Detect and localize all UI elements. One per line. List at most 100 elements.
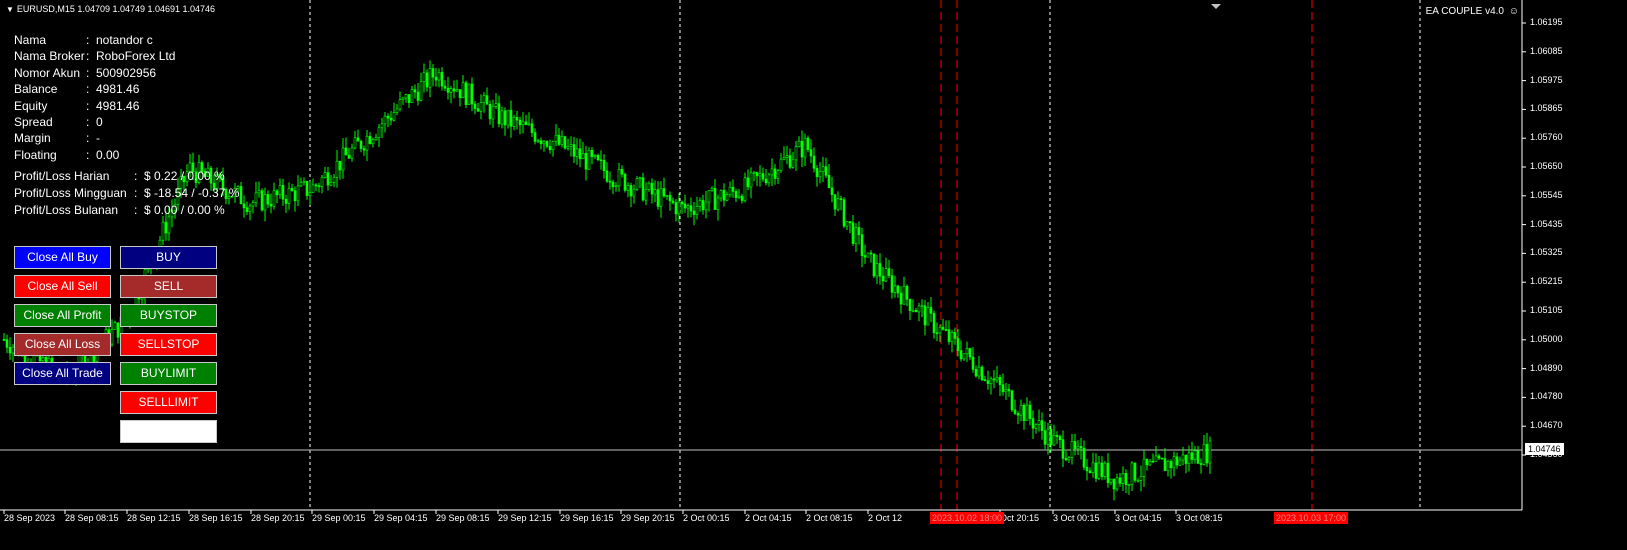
candle: [845, 221, 849, 231]
candle: [374, 133, 378, 141]
pl-row: Profit/Loss Harian: $ 0.22 / 0.00 %: [14, 168, 239, 185]
candle: [587, 147, 591, 170]
candle: [590, 147, 594, 165]
candle: [701, 194, 705, 215]
candle: [8, 337, 12, 360]
time-tick-label: 29 Sep 16:15: [560, 513, 614, 523]
buylimit-button[interactable]: BUYLIMIT: [120, 362, 217, 385]
candle: [284, 194, 288, 214]
candle: [569, 136, 573, 157]
price-tick-label: 1.05000: [1530, 333, 1563, 344]
sell-button[interactable]: SELL: [120, 275, 217, 298]
candle: [914, 307, 918, 313]
candle: [287, 182, 291, 210]
time-tick-label: 3 Oct 04:15: [1115, 513, 1162, 523]
candle: [332, 173, 336, 188]
candle: [1088, 467, 1092, 474]
sellstop-button[interactable]: SELLSTOP: [120, 333, 217, 356]
info-row-value: RoboForex Ltd: [96, 49, 176, 64]
close-all-profit-button[interactable]: Close All Profit: [14, 304, 111, 327]
candle: [980, 365, 984, 382]
candle: [161, 215, 165, 246]
candle: [950, 329, 954, 353]
candle: [806, 135, 810, 153]
candle: [962, 353, 966, 361]
candle: [1004, 382, 1008, 400]
info-row-value: 0.00: [96, 147, 120, 162]
candle: [965, 341, 969, 362]
candle: [359, 139, 363, 153]
candle: [1007, 383, 1011, 397]
candle: [1175, 452, 1179, 469]
candle: [2, 332, 6, 342]
candle: [1022, 403, 1026, 430]
candle: [1019, 399, 1023, 422]
dropdown-arrow-icon[interactable]: ▼: [6, 5, 14, 14]
candle: [413, 84, 417, 99]
candle: [1190, 441, 1194, 464]
price-tick-label: 1.06195: [1530, 17, 1563, 27]
info-row-separator: :: [86, 131, 90, 146]
candle: [245, 201, 249, 215]
info-row-key: Spread: [14, 114, 53, 129]
candle: [242, 195, 246, 218]
candle: [905, 284, 909, 307]
pl-row-value: $ -18.54 / -0.37 %: [144, 185, 240, 200]
info-row-separator: :: [86, 65, 90, 80]
candle: [1169, 459, 1173, 479]
close-all-loss-button[interactable]: Close All Loss: [14, 333, 111, 356]
buy-button[interactable]: BUY: [120, 246, 217, 269]
ea-label: EA COUPLE v4.0 ☺: [1426, 6, 1519, 17]
candle: [1166, 459, 1170, 477]
smiley-icon[interactable]: ☺: [1509, 6, 1519, 17]
candle: [671, 197, 675, 205]
price-tick-label: 1.04670: [1530, 420, 1563, 431]
close-all-trade-button[interactable]: Close All Trade: [14, 362, 111, 385]
candle: [974, 365, 978, 378]
candle: [1070, 433, 1074, 465]
candle: [302, 177, 306, 186]
price-chart[interactable]: [0, 0, 1627, 550]
candle: [503, 107, 507, 136]
candle: [572, 136, 576, 164]
candle: [1028, 400, 1032, 426]
candle: [827, 163, 831, 189]
candle: [335, 149, 339, 188]
close-all-buy-button[interactable]: Close All Buy: [14, 246, 111, 269]
candle: [824, 157, 828, 178]
candle: [1151, 453, 1155, 463]
buystop-button[interactable]: BUYSTOP: [120, 304, 217, 327]
candle: [542, 139, 546, 152]
price-tick-label: 1.05105: [1530, 305, 1563, 315]
candle: [794, 140, 798, 171]
info-row-key: Margin: [14, 131, 51, 146]
price-tick-label: 1.05650: [1530, 161, 1563, 171]
candle: [647, 181, 651, 192]
candle: [776, 169, 780, 185]
candle: [410, 85, 414, 104]
candle: [485, 87, 489, 105]
candle: [650, 178, 654, 204]
candle: [1079, 437, 1083, 460]
candle: [1109, 478, 1113, 485]
candle: [551, 140, 555, 157]
selllimit-button[interactable]: SELLLIMIT: [120, 391, 217, 414]
candle: [941, 318, 945, 331]
info-row-separator: :: [86, 98, 90, 113]
shift-marker-icon[interactable]: [1211, 4, 1221, 9]
close-all-sell-button[interactable]: Close All Sell: [14, 275, 111, 298]
candle: [746, 169, 750, 191]
blank-button[interactable]: [120, 420, 217, 443]
candle: [239, 181, 243, 205]
info-row-value: 4981.46: [96, 98, 140, 113]
candle: [791, 151, 795, 169]
candle: [515, 110, 519, 130]
candle: [1067, 455, 1071, 463]
candle: [857, 221, 861, 245]
pl-row: Profit/Loss Mingguan: $ -18.54 / -0.37 %: [14, 185, 239, 202]
candle: [1184, 454, 1188, 474]
candle: [425, 69, 429, 92]
candle: [116, 322, 120, 344]
info-row-separator: :: [86, 49, 90, 64]
info-row-value: 4981.46: [96, 82, 140, 97]
